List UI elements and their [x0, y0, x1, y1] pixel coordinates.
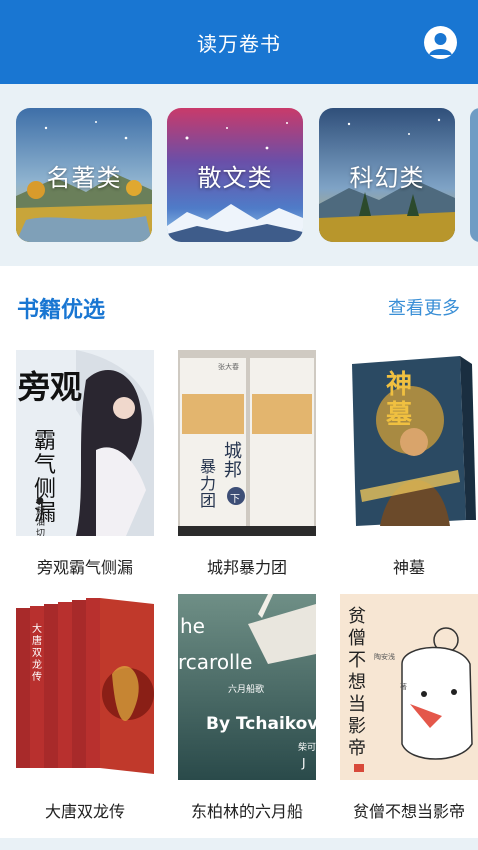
category-label: 科幻类 [349, 164, 425, 192]
cover-title: 城邦 [224, 441, 242, 481]
book-title[interactable]: 神墓 [330, 554, 478, 578]
bottom-divider [0, 838, 478, 850]
cover-title: 贫僧不想当影帝 [348, 606, 366, 759]
cover-composer-cn: 柴可 [298, 743, 316, 753]
cover-subtitle: 六月船歌 [228, 685, 265, 695]
book-title[interactable]: 城邦暴力团 [168, 554, 326, 578]
cover-composer: By Tchaikov [206, 714, 316, 734]
cover-author-mark: 著 [400, 683, 407, 691]
category-label: 散文类 [197, 164, 273, 192]
category-card-classics[interactable]: 名著类 [16, 108, 152, 242]
see-more-link[interactable]: 查看更多 [388, 294, 460, 320]
book-card[interactable]: he rcarolle 六月船歌 By Tchaikov 柴可 J 东柏林的六月… [178, 594, 316, 821]
cover-title-1: he [180, 614, 205, 638]
cover-title-2: rcarolle [178, 650, 253, 674]
category-card-essays[interactable]: 散文类 [167, 108, 303, 242]
book-cover[interactable]: 贫僧不想当影帝 陶安浅 著 [340, 594, 478, 780]
app-title: 读万卷书 [197, 32, 281, 56]
book-card[interactable]: 张大春 城邦 暴力团 下 城邦暴力团 [178, 350, 316, 577]
cover-title: 旁观 [18, 368, 83, 406]
category-card-partial[interactable] [470, 108, 478, 242]
book-title[interactable]: 大唐双龙传 [6, 798, 164, 822]
book-cover[interactable]: 张大春 城邦 暴力团 下 [178, 350, 316, 536]
book-cover[interactable]: 大唐双龙传 [16, 594, 154, 780]
book-card[interactable]: 旁观 霸气侧漏 ●蘇油切 旁观霸气侧漏 [16, 350, 154, 577]
cover-author: ●蘇油切 [36, 496, 46, 536]
book-title[interactable]: 贫僧不想当影帝 [330, 798, 478, 822]
book-card[interactable]: 贫僧不想当影帝 陶安浅 著 贫僧不想当影帝 [340, 594, 478, 821]
book-card[interactable]: 神墓 神墓 [340, 350, 478, 577]
user-icon[interactable] [424, 26, 457, 59]
category-label: 名著类 [46, 164, 122, 192]
cover-author: 陶安浅 [374, 653, 395, 661]
book-card[interactable]: 大唐双龙传 大唐双龙传 [16, 594, 154, 821]
book-title[interactable]: 旁观霸气侧漏 [6, 554, 164, 578]
cover-author: 张大春 [218, 363, 239, 371]
book-cover[interactable]: 旁观 霸气侧漏 ●蘇油切 [16, 350, 154, 536]
category-card-scifi[interactable]: 科幻类 [319, 108, 455, 242]
book-section-header: 书籍优选 查看更多 [0, 266, 478, 342]
book-cover[interactable]: 神墓 [340, 350, 478, 536]
cover-title: 神墓 [386, 370, 413, 430]
cover-title: 大唐双龙传 [32, 624, 42, 683]
cover-initial: J [302, 756, 306, 770]
book-title[interactable]: 东柏林的六月船 [168, 798, 326, 822]
cover-volume: 下 [230, 494, 240, 505]
category-carousel[interactable]: 名著类 散文类 科幻类 [0, 84, 478, 266]
book-cover[interactable]: he rcarolle 六月船歌 By Tchaikov 柴可 J [178, 594, 316, 780]
section-title: 书籍优选 [17, 298, 106, 323]
cover-subtitle: 暴力团 [200, 457, 217, 510]
app-header: 读万卷书 [0, 0, 478, 84]
